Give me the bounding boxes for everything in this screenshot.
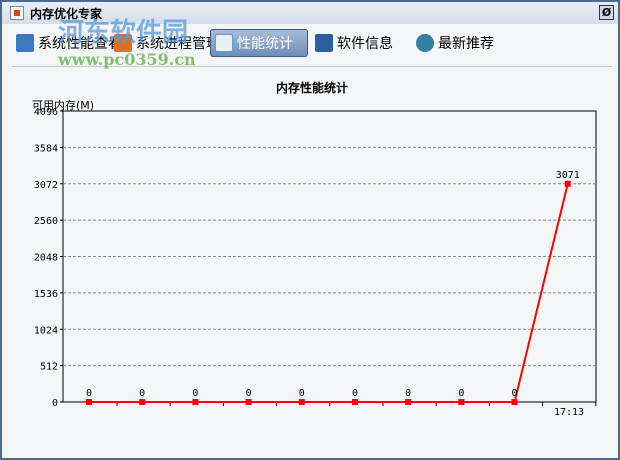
data-label: 0 <box>352 388 358 399</box>
data-point <box>298 399 305 405</box>
data-label: 0 <box>512 388 518 399</box>
data-label: 0 <box>458 388 464 399</box>
memory-chart: 0 512 1024 1536 2048 2560 3072 3584 4096 17:13 0 0 0… <box>34 107 597 418</box>
y-tick-label: 3072 <box>34 180 58 191</box>
data-label: 0 <box>246 388 252 399</box>
data-label: 0 <box>139 388 145 399</box>
data-label: 0 <box>192 388 198 399</box>
y-tick-label: 4096 <box>34 107 58 118</box>
data-point <box>458 399 465 405</box>
y-tick-label: 1024 <box>34 325 58 336</box>
data-point <box>511 399 518 405</box>
data-point <box>245 399 252 405</box>
data-label: 0 <box>405 388 411 399</box>
data-point <box>405 399 412 405</box>
y-tick-label: 1536 <box>34 289 58 300</box>
data-label: 0 <box>86 388 92 399</box>
y-tick-label: 3584 <box>34 143 58 154</box>
data-label: 0 <box>299 388 305 399</box>
y-tick-label: 512 <box>40 362 58 373</box>
data-label: 3071 <box>556 170 580 181</box>
data-point <box>564 180 571 187</box>
data-point <box>139 399 146 405</box>
y-tick-label: 0 <box>52 398 58 409</box>
y-tick-label: 2560 <box>34 216 58 227</box>
x-tick-label: 17:13 <box>554 407 584 418</box>
data-point <box>86 399 92 405</box>
data-point <box>351 399 358 405</box>
data-point <box>192 399 199 405</box>
y-tick-label: 2048 <box>34 253 58 264</box>
